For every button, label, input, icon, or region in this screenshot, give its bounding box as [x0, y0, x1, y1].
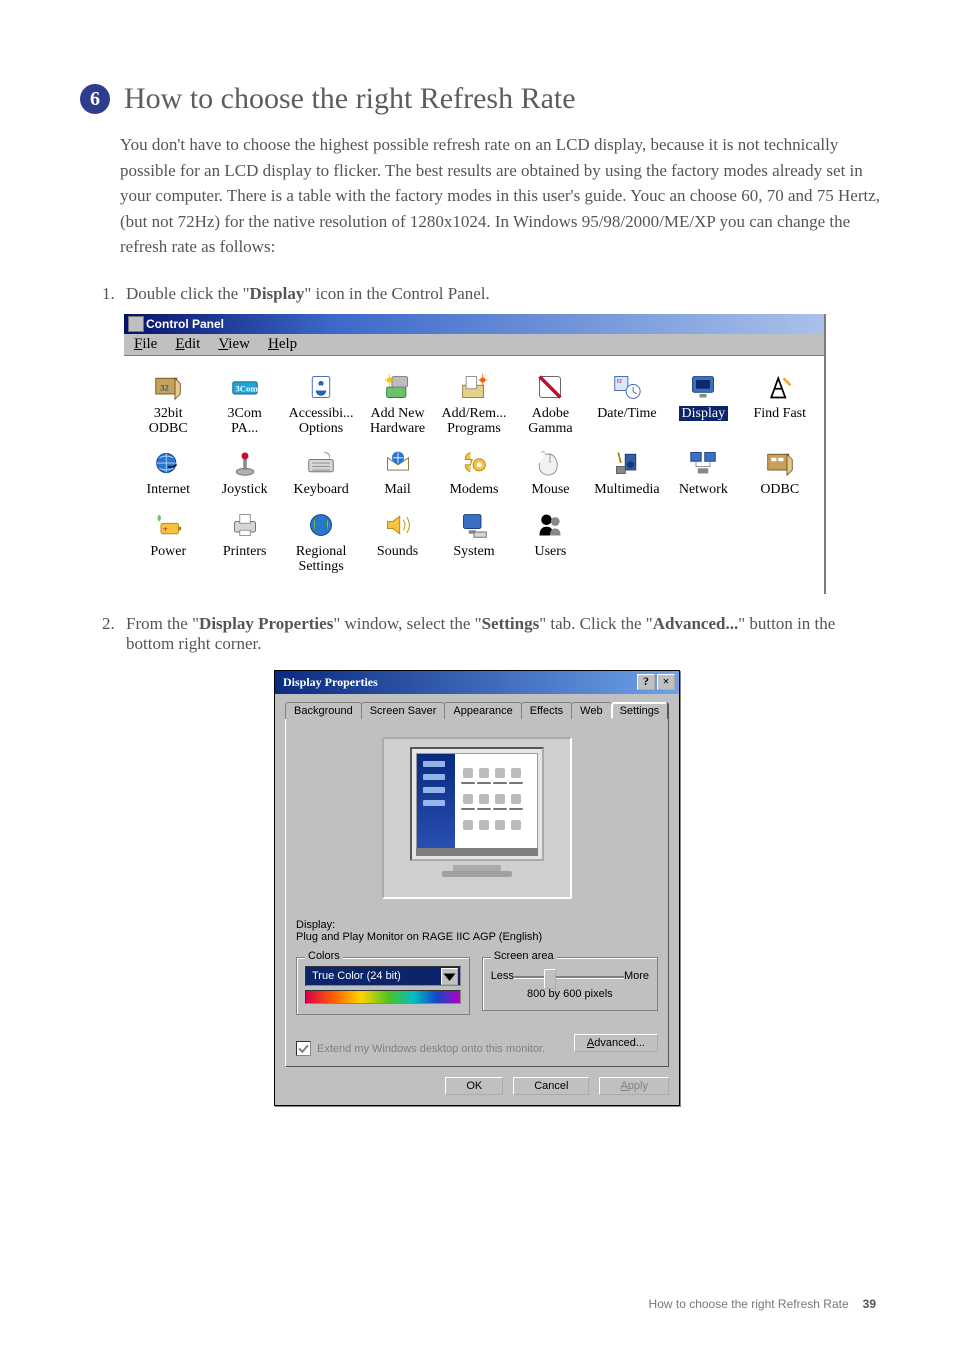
control-panel-item-internet[interactable]: Internet — [132, 446, 204, 499]
odbc32-icon: 32 — [151, 372, 185, 402]
control-panel-item-access[interactable]: Accessibi...Options — [285, 370, 357, 439]
display-icon — [686, 372, 720, 402]
tab-web[interactable]: Web — [571, 702, 611, 719]
control-panel-item-odbc[interactable]: ODBC — [744, 446, 816, 499]
addprog-icon — [457, 372, 491, 402]
control-panel-item-mm[interactable]: Multimedia — [591, 446, 663, 499]
control-panel-item-3com[interactable]: 3Com3ComPA... — [208, 370, 280, 439]
page-title: How to choose the right Refresh Rate — [124, 82, 576, 116]
control-panel-item-odbc32[interactable]: 3232bitODBC — [132, 370, 204, 439]
mouse-icon — [533, 448, 567, 478]
control-panel-item-mail[interactable]: Mail — [361, 446, 433, 499]
close-button[interactable]: × — [657, 674, 675, 690]
power-icon: + — [151, 510, 185, 540]
ok-button[interactable]: OK — [445, 1077, 503, 1095]
control-panel-item-modems[interactable]: Modems — [438, 446, 510, 499]
tab-settings[interactable]: Settings — [611, 702, 669, 719]
display-label: Display: — [296, 919, 335, 931]
sounds-icon — [381, 510, 415, 540]
modems-icon — [457, 448, 491, 478]
dialog-title: Display Properties — [283, 675, 378, 690]
keyboard-icon — [304, 448, 338, 478]
control-panel-item-users[interactable]: Users — [514, 508, 586, 577]
internet-icon — [151, 448, 185, 478]
intro-paragraph: You don't have to choose the highest pos… — [120, 132, 884, 260]
control-panel-item-datetime[interactable]: 12Date/Time — [591, 370, 663, 439]
control-panel-item-regional[interactable]: RegionalSettings — [285, 508, 357, 577]
tab-appearance[interactable]: Appearance — [444, 702, 521, 719]
cancel-button[interactable]: Cancel — [513, 1077, 589, 1095]
datetime-icon: 12 — [610, 372, 644, 402]
tab-background[interactable]: Background — [285, 702, 362, 719]
control-panel-item-addprog[interactable]: Add/Rem...Programs — [438, 370, 510, 439]
page-number: 39 — [863, 1297, 876, 1311]
svg-text:12: 12 — [616, 378, 622, 384]
gamma-icon — [533, 372, 567, 402]
screen-area-group: Screen area Less More 800 by 600 pixels — [482, 957, 658, 1011]
control-panel-window: Control Panel FFileile EditEdit ViewView… — [124, 314, 826, 595]
display-value: Plug and Play Monitor on RAGE IIC AGP (E… — [296, 931, 542, 943]
section-badge: 6 — [80, 84, 110, 114]
window-menubar: FFileile EditEdit ViewView HelpHelp — [124, 334, 824, 356]
help-button[interactable]: ? — [637, 674, 655, 690]
regional-icon — [304, 510, 338, 540]
control-panel-item-power[interactable]: +Power — [132, 508, 204, 577]
display-properties-dialog: Display Properties ? × BackgroundScreen … — [274, 670, 680, 1106]
odbc-icon — [763, 448, 797, 478]
control-panel-item-mouse[interactable]: Mouse — [514, 446, 586, 499]
step1-number: 1. — [102, 284, 126, 304]
access-icon — [304, 372, 338, 402]
apply-button[interactable]: ApplyApply — [599, 1077, 669, 1095]
extend-desktop-checkbox: Extend my Windows desktop onto this moni… — [296, 1041, 545, 1056]
control-panel-item-findfast[interactable]: Find Fast — [744, 370, 816, 439]
step2-text: From the "Display Properties" window, se… — [126, 614, 884, 654]
control-panel-item-addhw[interactable]: Add NewHardware — [361, 370, 433, 439]
menu-file[interactable]: FFileile — [134, 336, 157, 353]
control-panel-item-network[interactable]: Network — [667, 446, 739, 499]
advanced-button[interactable]: AAdvanced...dvanced... — [574, 1034, 658, 1052]
printers-icon — [228, 510, 262, 540]
svg-text:+: + — [163, 524, 168, 534]
svg-text:3Com: 3Com — [235, 383, 258, 393]
svg-text:32: 32 — [160, 382, 169, 392]
monitor-preview-icon — [382, 737, 572, 899]
color-dropdown[interactable]: True Color (24 bit) — [305, 966, 461, 986]
control-panel-item-system[interactable]: System — [438, 508, 510, 577]
findfast-icon — [763, 372, 797, 402]
network-icon — [686, 448, 720, 478]
joystick-icon — [228, 448, 262, 478]
control-panel-item-joystick[interactable]: Joystick — [208, 446, 280, 499]
step2-number: 2. — [102, 614, 126, 634]
addhw-icon — [381, 372, 415, 402]
menu-view[interactable]: ViewView — [218, 336, 250, 353]
footer-text: How to choose the right Refresh Rate — [649, 1297, 849, 1311]
users-icon — [533, 510, 567, 540]
control-panel-item-gamma[interactable]: AdobeGamma — [514, 370, 586, 439]
3com-icon: 3Com — [228, 372, 262, 402]
screen-area-value: 800 by 600 pixels — [491, 988, 649, 1000]
control-panel-item-printers[interactable]: Printers — [208, 508, 280, 577]
mail-icon — [381, 448, 415, 478]
window-title: Control Panel — [124, 314, 824, 334]
control-panel-item-display[interactable]: Display — [667, 370, 739, 439]
tab-effects[interactable]: Effects — [521, 702, 572, 719]
menu-help[interactable]: HelpHelp — [268, 336, 297, 353]
color-spectrum-bar — [305, 990, 461, 1004]
tab-screen-saver[interactable]: Screen Saver — [361, 702, 446, 719]
colors-group: Colors True Color (24 bit) — [296, 957, 470, 1015]
chevron-down-icon — [441, 968, 458, 985]
control-panel-item-sounds[interactable]: Sounds — [361, 508, 433, 577]
mm-icon — [610, 448, 644, 478]
screen-area-slider[interactable] — [514, 966, 624, 986]
menu-edit[interactable]: EditEdit — [175, 336, 200, 353]
control-panel-item-keyboard[interactable]: Keyboard — [285, 446, 357, 499]
step1-text: Double click the "Display" icon in the C… — [126, 284, 884, 304]
system-icon — [457, 510, 491, 540]
